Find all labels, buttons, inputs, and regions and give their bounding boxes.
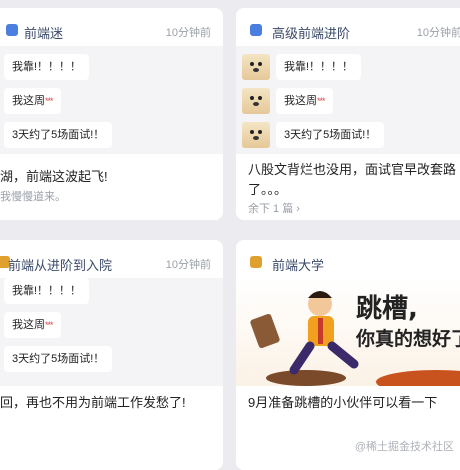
group-name[interactable]: 前端大学 — [272, 255, 324, 274]
chat-bubble: 我这周*** — [4, 312, 61, 338]
chat-bubble: 我靠!！！！！ — [4, 278, 90, 304]
meme-small-text: 你真的想好了 — [356, 329, 460, 350]
avatar — [242, 122, 270, 148]
article-title[interactable]: 回，再也不用为前端工作发愁了! — [0, 392, 186, 411]
post-time: 10分钟前 — [165, 259, 211, 271]
article-card-2[interactable]: 高级前端进阶 10分钟前 我靠!！！！！ 我这周*** 3天约了5场面试!！ 八… — [236, 8, 460, 220]
group-name[interactable]: 前端迷 — [24, 23, 63, 42]
chat-bubble: 我这周*** — [276, 88, 333, 114]
article-card-4[interactable]: 前端大学 跳槽, 你真的想好了 9月准备跳槽的小伙伴可以看一下 — [236, 240, 460, 470]
chat-bubble: 我靠!！！！！ — [4, 54, 90, 80]
watermark: @稀土掘金技术社区 — [354, 441, 454, 453]
avatar — [242, 88, 270, 114]
chat-bubble: 我靠!！！！！ — [276, 54, 362, 80]
post-time: 10分钟前 — [416, 27, 460, 39]
redacted-text: *** — [45, 320, 53, 330]
cover-image: 跳槽, 你真的想好了 — [236, 278, 460, 394]
chat-bubble: 3天约了5场面试!！ — [4, 346, 113, 372]
redacted-text: *** — [45, 96, 53, 106]
group-name[interactable]: 高级前端进阶 — [272, 23, 350, 42]
article-card-1[interactable]: 前端迷 10分钟前 我靠!！！！！ 我这周*** 3天约了5场面试!！ 湖，前端… — [0, 8, 223, 220]
article-sub: 我慢慢道来。 — [0, 191, 66, 203]
group-avatar-icon — [6, 24, 18, 36]
group-name[interactable]: 前端从进阶到入院 — [8, 255, 112, 274]
article-title[interactable]: 湖，前端这波起飞! — [0, 166, 108, 185]
group-avatar-icon — [250, 256, 262, 268]
chat-preview: 我靠!！！！！ 我这周*** 3天约了5场面试!！ — [0, 278, 223, 386]
article-title[interactable]: 9月准备跳槽的小伙伴可以看一下 — [248, 392, 437, 411]
article-card-3[interactable]: 前端从进阶到入院 10分钟前 我靠!！！！！ 我这周*** 3天约了5场面试!！… — [0, 240, 223, 470]
chat-bubble: 我这周*** — [4, 88, 61, 114]
article-title[interactable]: 八股文背烂也没用，面试官早改套路了。。。 — [248, 160, 458, 200]
remaining-articles-link[interactable]: 余下 1 篇 › — [248, 200, 300, 216]
post-time: 10分钟前 — [165, 27, 211, 39]
redacted-text: *** — [317, 96, 325, 106]
group-avatar-icon — [250, 24, 262, 36]
avatar — [242, 54, 270, 80]
chat-preview: 我靠!！！！！ 我这周*** 3天约了5场面试!！ — [236, 46, 460, 154]
chat-preview: 我靠!！！！！ 我这周*** 3天约了5场面试!！ — [0, 46, 223, 154]
meme-big-text: 跳槽, — [356, 294, 418, 324]
chat-bubble: 3天约了5场面试!！ — [4, 122, 113, 148]
chat-bubble: 3天约了5场面试!！ — [276, 122, 385, 148]
